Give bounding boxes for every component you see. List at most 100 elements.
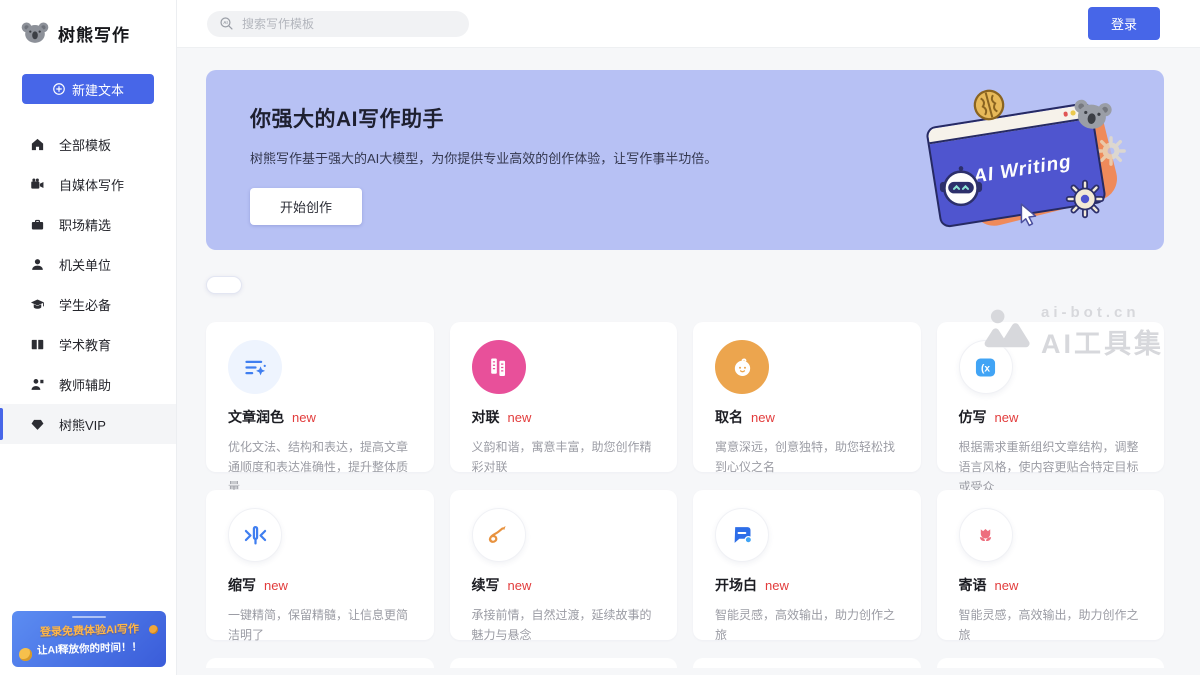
sidebar-item-label: 全部模板 xyxy=(59,135,111,154)
template-tabs xyxy=(206,276,1164,294)
card-title: 对联 xyxy=(472,407,500,427)
sidebar-item-label: 教师辅助 xyxy=(59,375,111,394)
chat-bubble-icon xyxy=(715,508,769,562)
card-title: 仿写 xyxy=(959,407,987,427)
home-icon xyxy=(30,137,45,152)
sidebar-item-vip[interactable]: 树熊VIP xyxy=(0,404,176,444)
new-badge: new xyxy=(292,410,316,425)
card-stub xyxy=(693,658,921,668)
brand-name: 树熊写作 xyxy=(58,21,130,46)
sidebar-item-label: 机关单位 xyxy=(59,255,111,274)
search-box[interactable]: AI xyxy=(207,11,469,37)
card-title: 文章润色 xyxy=(228,407,284,427)
hero-illustration: AI Writing xyxy=(920,86,1140,236)
card-description: 智能灵感，高效输出，助力创作之旅 xyxy=(715,606,899,646)
rewrite-icon: (x xyxy=(959,340,1013,394)
next-row-stubs xyxy=(206,658,1164,668)
compress-pen-icon xyxy=(228,508,282,562)
card-continue[interactable]: 续写 new 承接前情，自然过渡，延续故事的魅力与悬念 xyxy=(450,490,678,640)
card-description: 优化文法、结构和表达，提高文章通顺度和表达准确性，提升整体质量 xyxy=(228,438,412,497)
sidebar-item-student[interactable]: 学生必备 xyxy=(0,284,176,324)
promo-divider xyxy=(72,616,106,618)
card-title: 开场白 xyxy=(715,575,757,595)
card-message[interactable]: 寄语 new 智能灵感，高效输出，助力创作之旅 xyxy=(937,490,1165,640)
new-badge: new xyxy=(995,410,1019,425)
window-dot-red xyxy=(1063,112,1068,117)
sidebar-nav: 全部模板 自媒体写作 职场精选 机关单位 学生必备 学术教育 教师辅助 树熊VI… xyxy=(0,124,176,444)
sidebar-item-all-templates[interactable]: 全部模板 xyxy=(0,124,176,164)
card-description: 智能灵感，高效输出，助力创作之旅 xyxy=(959,606,1143,646)
sidebar-item-label: 学生必备 xyxy=(59,295,111,314)
graduation-cap-icon xyxy=(30,297,45,312)
gear-icon xyxy=(1064,178,1106,220)
plus-circle-icon xyxy=(52,82,66,96)
book-icon xyxy=(30,337,45,352)
sidebar-item-academic[interactable]: 学术教育 xyxy=(0,324,176,364)
new-badge: new xyxy=(508,410,532,425)
card-abbreviate[interactable]: 缩写 new 一键精简，保留精髓，让信息更简洁明了 xyxy=(206,490,434,640)
card-naming[interactable]: 取名 new 寓意深远，创意独特，助您轻松找到心仪之名 xyxy=(693,322,921,472)
main-area: AI 登录 你强大的AI写作助手 树熊写作基于强大的AI大模型，为你提供专业高效… xyxy=(177,0,1200,675)
content: 你强大的AI写作助手 树熊写作基于强大的AI大模型，为你提供专业高效的创作体验，… xyxy=(177,48,1200,675)
search-input[interactable] xyxy=(242,17,442,31)
baby-face-icon xyxy=(715,340,769,394)
promo-line2: 让AI释放你的时间！！ xyxy=(36,639,141,658)
card-title: 寄语 xyxy=(959,575,987,595)
gem-icon xyxy=(30,417,45,432)
sidebar-item-government[interactable]: 机关单位 xyxy=(0,244,176,284)
user-icon xyxy=(30,257,45,272)
topbar: AI 登录 xyxy=(177,0,1200,48)
card-title: 续写 xyxy=(472,575,500,595)
sidebar-item-label: 树熊VIP xyxy=(59,415,106,434)
promo-line1: 登录免费体验AI写作 xyxy=(39,620,138,639)
sidebar: 树熊写作 新建文本 全部模板 自媒体写作 职场精选 机关单位 学生必备 学术教育… xyxy=(0,0,177,675)
card-opener[interactable]: 开场白 new 智能灵感，高效输出，助力创作之旅 xyxy=(693,490,921,640)
card-title: 缩写 xyxy=(228,575,256,595)
coin-icon xyxy=(149,625,158,634)
card-description: 根据需求重新组织文章结构，调整语言风格，使内容更贴合特定目标或受众 xyxy=(959,438,1143,497)
card-imitate[interactable]: (x 仿写 new 根据需求重新组织文章结构，调整语言风格，使内容更贴合特定目标… xyxy=(937,322,1165,472)
polish-icon xyxy=(228,340,282,394)
squiggle-pen-icon xyxy=(472,508,526,562)
card-stub xyxy=(206,658,434,668)
cursor-arrow-icon xyxy=(1016,202,1042,228)
card-description: 寓意深远，创意独特，助您轻松找到心仪之名 xyxy=(715,438,899,478)
sidebar-item-label: 自媒体写作 xyxy=(59,175,124,194)
teacher-icon xyxy=(30,377,45,392)
card-description: 承接前情，自然过渡，延续故事的魅力与悬念 xyxy=(472,606,656,646)
new-doc-button[interactable]: 新建文本 xyxy=(22,74,154,104)
card-description: 一键精简，保留精髓，让信息更简洁明了 xyxy=(228,606,412,646)
watermark-domain: ai-bot.cn xyxy=(1041,304,1164,321)
sidebar-item-teacher[interactable]: 教师辅助 xyxy=(0,364,176,404)
new-badge: new xyxy=(765,578,789,593)
promo-banner[interactable]: 登录免费体验AI写作 让AI释放你的时间！！ xyxy=(12,611,166,667)
robot-icon xyxy=(938,164,984,210)
card-title: 取名 xyxy=(715,407,743,427)
browser-titlebar xyxy=(927,104,1091,144)
koala-head-icon xyxy=(1067,93,1116,139)
new-badge: new xyxy=(264,578,288,593)
new-badge: new xyxy=(751,410,775,425)
tab-all-templates[interactable] xyxy=(206,276,242,294)
card-stub xyxy=(450,658,678,668)
koala-icon xyxy=(20,18,50,48)
card-couplet[interactable]: 对联 new 义韵和谐，寓意丰富，助您创作精彩对联 xyxy=(450,322,678,472)
new-doc-label: 新建文本 xyxy=(72,80,124,99)
card-polish[interactable]: 文章润色 new 优化文法、结构和表达，提高文章通顺度和表达准确性，提升整体质量 xyxy=(206,322,434,472)
template-grid: 文章润色 new 优化文法、结构和表达，提高文章通顺度和表达准确性，提升整体质量… xyxy=(206,322,1164,640)
hero-banner: 你强大的AI写作助手 树熊写作基于强大的AI大模型，为你提供专业高效的创作体验，… xyxy=(206,70,1164,250)
start-writing-button[interactable]: 开始创作 xyxy=(250,188,362,225)
new-badge: new xyxy=(995,578,1019,593)
sidebar-item-label: 学术教育 xyxy=(59,335,111,354)
login-button[interactable]: 登录 xyxy=(1088,7,1160,40)
brand-logo: 树熊写作 xyxy=(0,0,176,58)
flower-icon xyxy=(959,508,1013,562)
video-camera-icon xyxy=(30,177,45,192)
briefcase-icon xyxy=(30,217,45,232)
couplet-icon xyxy=(472,340,526,394)
sidebar-item-workplace[interactable]: 职场精选 xyxy=(0,204,176,244)
emoji-face-icon xyxy=(19,648,32,661)
search-icon: AI xyxy=(219,16,234,31)
svg-text:(x: (x xyxy=(981,363,990,374)
sidebar-item-media-writing[interactable]: 自媒体写作 xyxy=(0,164,176,204)
